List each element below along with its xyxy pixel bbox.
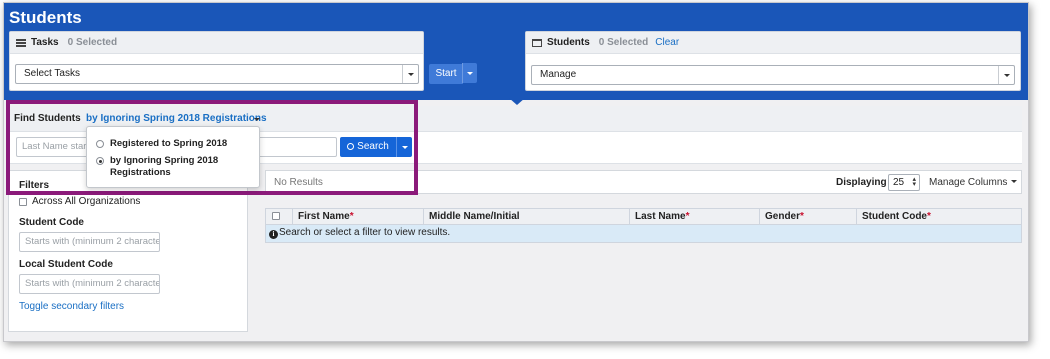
option-registered-label: Registered to Spring 2018	[110, 138, 228, 149]
displaying-label: Displaying	[836, 177, 887, 188]
find-mode-dropdown: Registered to Spring 2018 by Ignoring Sp…	[86, 126, 260, 188]
manage-select-value: Manage	[540, 69, 577, 80]
tasks-select-toggle[interactable]	[402, 65, 418, 83]
column-label: Last Name	[635, 211, 686, 222]
table-header-row: First Name* Middle Name/Initial Last Nam…	[266, 209, 1021, 225]
caret-down-icon	[467, 72, 473, 75]
local-student-code-label: Local Student Code	[19, 259, 113, 270]
required-marker: *	[349, 211, 354, 222]
option-ignoring-label-line2: Registrations	[110, 167, 171, 178]
manage-columns-button[interactable]: Manage Columns	[929, 177, 1018, 188]
column-label: Gender	[765, 211, 801, 222]
clear-selection-link[interactable]: Clear	[655, 37, 679, 48]
info-icon: i	[269, 230, 278, 239]
column-header-gender[interactable]: Gender*	[760, 209, 857, 225]
page-header: Students Tasks 0 Selected Select Tasks S…	[4, 3, 1028, 100]
local-student-code-input[interactable]: Starts with (minimum 2 characters)	[19, 274, 160, 294]
toggle-secondary-filters-link[interactable]: Toggle secondary filters	[19, 301, 124, 312]
manage-select[interactable]: Manage	[531, 65, 1015, 85]
students-panel-header: Students 0 Selected Clear	[526, 32, 1020, 54]
tasks-title: Tasks	[31, 37, 59, 48]
option-ignoring-label: by Ignoring Spring 2018	[110, 155, 219, 166]
start-label: Start	[435, 68, 457, 79]
required-marker: *	[800, 211, 804, 222]
page-size-value: 25	[893, 177, 905, 188]
tasks-panel: Tasks 0 Selected Select Tasks Start	[9, 31, 463, 91]
required-marker: *	[927, 211, 931, 222]
students-page: Students Tasks 0 Selected Select Tasks S…	[3, 2, 1029, 342]
option-registered[interactable]: Registered to Spring 2018	[96, 138, 227, 150]
student-code-input[interactable]: Starts with (minimum 2 characters)	[19, 232, 160, 252]
results-table: First Name* Middle Name/Initial Last Nam…	[265, 208, 1022, 243]
option-ignoring-radio[interactable]	[96, 157, 104, 165]
up-down-arrows-icon: ▴ ▾	[912, 176, 916, 188]
empty-message: Search or select a filter to view result…	[279, 227, 451, 238]
column-header-first-name[interactable]: First Name*	[293, 209, 424, 225]
tasks-panel-header: Tasks 0 Selected	[10, 32, 423, 54]
student-code-label: Student Code	[19, 217, 84, 228]
tasks-selected-count: 0 Selected	[67, 37, 118, 48]
option-registered-radio[interactable]	[96, 140, 104, 148]
page-size-select[interactable]: 25 ▴ ▾	[888, 174, 920, 191]
select-all-column	[266, 209, 293, 225]
caret-down-icon	[408, 73, 414, 76]
manage-select-toggle[interactable]	[998, 66, 1014, 84]
students-selected-count: 0 Selected	[598, 37, 649, 48]
required-marker: *	[685, 211, 690, 222]
tasks-select[interactable]: Select Tasks	[15, 64, 419, 84]
across-all-label: Across All Organizations	[32, 196, 141, 207]
students-title: Students	[547, 37, 590, 48]
column-header-student-code[interactable]: Student Code*	[857, 209, 1021, 225]
caret-down-icon	[1004, 74, 1010, 77]
manage-columns-label: Manage Columns	[929, 177, 1008, 188]
column-label: Middle Name/Initial	[429, 211, 520, 222]
start-button[interactable]: Start	[429, 64, 463, 84]
tasks-select-value: Select Tasks	[24, 68, 80, 79]
select-all-checkbox[interactable]	[272, 212, 280, 220]
results-area: First Name* Middle Name/Initial Last Nam…	[265, 200, 1022, 341]
across-all-checkbox[interactable]	[19, 198, 27, 206]
empty-message-row: i Search or select a filter to view resul…	[266, 225, 1021, 242]
list-icon	[16, 38, 26, 47]
column-label: First Name	[298, 211, 350, 222]
start-options-button[interactable]	[462, 63, 477, 83]
option-ignoring[interactable]: by Ignoring Spring 2018 Registrations	[96, 155, 218, 179]
column-header-last-name[interactable]: Last Name*	[630, 209, 760, 225]
panel-pointer	[509, 98, 525, 105]
caret-down-icon	[1011, 180, 1018, 183]
window-icon	[532, 38, 542, 47]
column-label: Student Code	[862, 211, 927, 222]
column-header-middle-name[interactable]: Middle Name/Initial	[424, 209, 630, 225]
screenshot-frame: Students Tasks 0 Selected Select Tasks S…	[0, 0, 1050, 359]
page-title: Students	[9, 8, 82, 27]
students-panel: Students 0 Selected Clear Manage	[525, 31, 1021, 91]
